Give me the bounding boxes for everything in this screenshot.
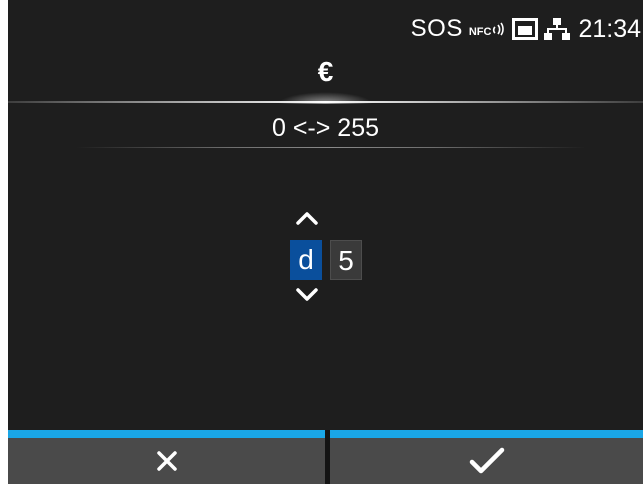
value-range: 0 <-> 255: [271, 114, 380, 142]
sos-indicator: SOS: [410, 15, 463, 42]
network-icon: [544, 18, 571, 40]
increment-arrow-icon[interactable]: [295, 209, 319, 227]
cancel-accent-bar: [8, 430, 325, 438]
page-title: €: [317, 56, 334, 87]
confirm-accent-bar: [330, 430, 643, 438]
decrement-arrow-icon[interactable]: [295, 286, 319, 304]
nfc-icon: NFC: [468, 22, 507, 38]
digit-field-active[interactable]: d: [290, 240, 322, 280]
check-icon: [469, 447, 504, 474]
status-bar: SOS NFC 21:34: [411, 0, 643, 58]
sd-card-icon: [512, 18, 539, 40]
nfc-label: NFC: [468, 26, 492, 38]
range-divider: [76, 147, 586, 148]
confirm-button[interactable]: [330, 438, 643, 484]
close-icon: [156, 451, 177, 471]
digit-field[interactable]: 5: [330, 240, 362, 280]
cancel-button[interactable]: [8, 438, 325, 484]
nfc-waves-icon: [493, 22, 505, 36]
title-divider: [8, 101, 643, 103]
clock: 21:34: [578, 14, 641, 43]
printer-screen: SOS NFC 21:34 € 0 <-> 255 d 5: [8, 0, 643, 484]
